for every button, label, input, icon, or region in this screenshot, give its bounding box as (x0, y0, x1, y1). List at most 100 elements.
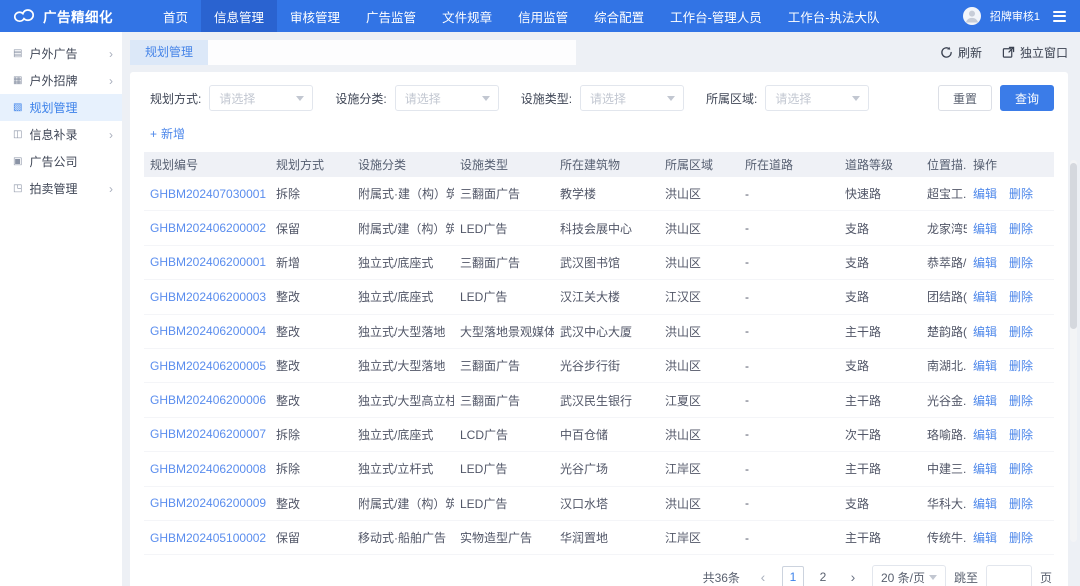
delete-link[interactable]: 删除 (1009, 426, 1033, 443)
page-number[interactable]: 1 (782, 566, 804, 586)
sidebar-item[interactable]: ▧规划管理 (0, 94, 122, 121)
sidebar-item[interactable]: ▤户外广告› (0, 40, 122, 67)
add-button[interactable]: +新增 (150, 127, 185, 141)
hamburger-menu-icon[interactable] (1053, 11, 1066, 22)
table-row: GHBM202406200009整改附属式/建（构）筑物...LED广告汉口水塔… (144, 487, 1054, 521)
cell-type: LED广告 (454, 495, 554, 512)
table-header-cell: 位置描... (921, 156, 967, 173)
plan-id-link[interactable]: GHBM202406200005 (144, 359, 270, 373)
filter-label: 规划方式: (150, 90, 201, 107)
plan-id-link[interactable]: GHBM202406200009 (144, 496, 270, 510)
cell-district: 洪山区 (659, 357, 739, 374)
delete-link[interactable]: 删除 (1009, 529, 1033, 546)
nav-item[interactable]: 信息管理 (201, 0, 277, 32)
page-size-value: 20 条/页 (881, 569, 925, 586)
nav-item[interactable]: 工作台-执法大队 (775, 0, 893, 32)
edit-link[interactable]: 编辑 (973, 495, 997, 512)
filter-select[interactable]: 请选择 (580, 85, 684, 111)
delete-link[interactable]: 删除 (1009, 185, 1033, 202)
filter-select[interactable]: 请选择 (765, 85, 869, 111)
cell-road: - (739, 221, 839, 235)
sidebar-item-label: 户外招牌 (29, 72, 77, 89)
plan-id-link[interactable]: GHBM202406200002 (144, 221, 270, 235)
cell-mode: 整改 (270, 288, 352, 305)
delete-link[interactable]: 删除 (1009, 254, 1033, 271)
edit-link[interactable]: 编辑 (973, 426, 997, 443)
plan-id-link[interactable]: GHBM202406200008 (144, 462, 270, 476)
cell-category: 附属式/建（构）筑物... (352, 220, 454, 237)
tab-strip: 规划管理 刷新 独立窗口 (130, 40, 1068, 65)
nav-right: 招牌审核1 (963, 7, 1080, 25)
sidebar-item[interactable]: ▦户外招牌› (0, 67, 122, 94)
plan-id-link[interactable]: GHBM202405100002 (144, 531, 270, 545)
cell-district: 江汉区 (659, 288, 739, 305)
table-row: GHBM202406200005整改独立式/大型落地三翻面广告光谷步行街洪山区-… (144, 349, 1054, 383)
add-button-label: 新增 (161, 127, 185, 141)
delete-link[interactable]: 删除 (1009, 392, 1033, 409)
edit-link[interactable]: 编辑 (973, 392, 997, 409)
sidebar-item-label: 规划管理 (29, 99, 77, 116)
nav-item[interactable]: 审核管理 (277, 0, 353, 32)
page-size-select[interactable]: 20 条/页 (872, 565, 946, 586)
page-numbers: 12 (782, 566, 834, 586)
plan-id-link[interactable]: GHBM202406200001 (144, 255, 270, 269)
independent-window-button[interactable]: 独立窗口 (1002, 44, 1068, 61)
cell-building: 科技会展中心 (554, 220, 659, 237)
delete-link[interactable]: 删除 (1009, 323, 1033, 340)
delete-link[interactable]: 删除 (1009, 288, 1033, 305)
nav-item[interactable]: 信用监管 (505, 0, 581, 32)
jump-page-input[interactable] (986, 565, 1032, 586)
user-avatar[interactable] (963, 7, 981, 25)
content-card: 规划方式:请选择设施分类:请选择设施类型:请选择所属区域:请选择 重置 查询 +… (130, 72, 1068, 586)
vertical-scrollbar[interactable] (1070, 160, 1077, 542)
sidebar-item[interactable]: ◳拍卖管理› (0, 175, 122, 202)
prev-page-button[interactable]: ‹ (752, 566, 774, 586)
row-actions: 编辑删除 (967, 529, 1054, 546)
query-button[interactable]: 查询 (1000, 85, 1054, 111)
nav-item[interactable]: 文件规章 (429, 0, 505, 32)
table-row: GHBM202405100002保留移动式·船舶广告实物造型广告华润置地江岸区-… (144, 521, 1054, 555)
plan-id-link[interactable]: GHBM202406200003 (144, 290, 270, 304)
scrollbar-thumb[interactable] (1070, 163, 1077, 329)
delete-link[interactable]: 删除 (1009, 495, 1033, 512)
filter-group: 规划方式: 请选择 (150, 85, 313, 111)
plan-id-link[interactable]: GHBM202406200004 (144, 324, 270, 338)
edit-link[interactable]: 编辑 (973, 220, 997, 237)
delete-link[interactable]: 删除 (1009, 220, 1033, 237)
refresh-button[interactable]: 刷新 (940, 44, 982, 61)
plan-id-link[interactable]: GHBM202406200007 (144, 427, 270, 441)
reset-button[interactable]: 重置 (938, 85, 992, 111)
plan-id-link[interactable]: GHBM202407030001 (144, 187, 270, 201)
cell-road: - (739, 462, 839, 476)
cell-location: 珞喻路... (921, 426, 967, 443)
nav-item[interactable]: 工作台-管理人员 (657, 0, 775, 32)
edit-link[interactable]: 编辑 (973, 357, 997, 374)
next-page-button[interactable]: › (842, 566, 864, 586)
planning-table: 规划编号规划方式设施分类设施类型所在建筑物所属区域所在道路道路等级位置描...操… (144, 152, 1054, 555)
chevron-right-icon: › (109, 75, 113, 87)
cell-location: 华科大... (921, 495, 967, 512)
filter-select[interactable]: 请选择 (209, 85, 313, 111)
edit-link[interactable]: 编辑 (973, 254, 997, 271)
edit-link[interactable]: 编辑 (973, 460, 997, 477)
sidebar-item[interactable]: ◫信息补录› (0, 121, 122, 148)
nav-item[interactable]: 广告监管 (353, 0, 429, 32)
row-actions: 编辑删除 (967, 323, 1054, 340)
user-name[interactable]: 招牌审核1 (990, 8, 1040, 24)
page-number[interactable]: 2 (812, 566, 834, 586)
edit-link[interactable]: 编辑 (973, 288, 997, 305)
cell-location: 楚韵路(... (921, 323, 967, 340)
edit-link[interactable]: 编辑 (973, 323, 997, 340)
edit-link[interactable]: 编辑 (973, 185, 997, 202)
brand[interactable]: 广告精细化 (0, 6, 150, 26)
delete-link[interactable]: 删除 (1009, 460, 1033, 477)
delete-link[interactable]: 删除 (1009, 357, 1033, 374)
edit-link[interactable]: 编辑 (973, 529, 997, 546)
filter-select[interactable]: 请选择 (395, 85, 499, 111)
nav-item[interactable]: 综合配置 (581, 0, 657, 32)
plan-id-link[interactable]: GHBM202406200006 (144, 393, 270, 407)
tab-planning-management[interactable]: 规划管理 (130, 40, 208, 65)
chevron-right-icon: › (109, 183, 113, 195)
sidebar-item[interactable]: ▣广告公司 (0, 148, 122, 175)
nav-item[interactable]: 首页 (150, 0, 201, 32)
